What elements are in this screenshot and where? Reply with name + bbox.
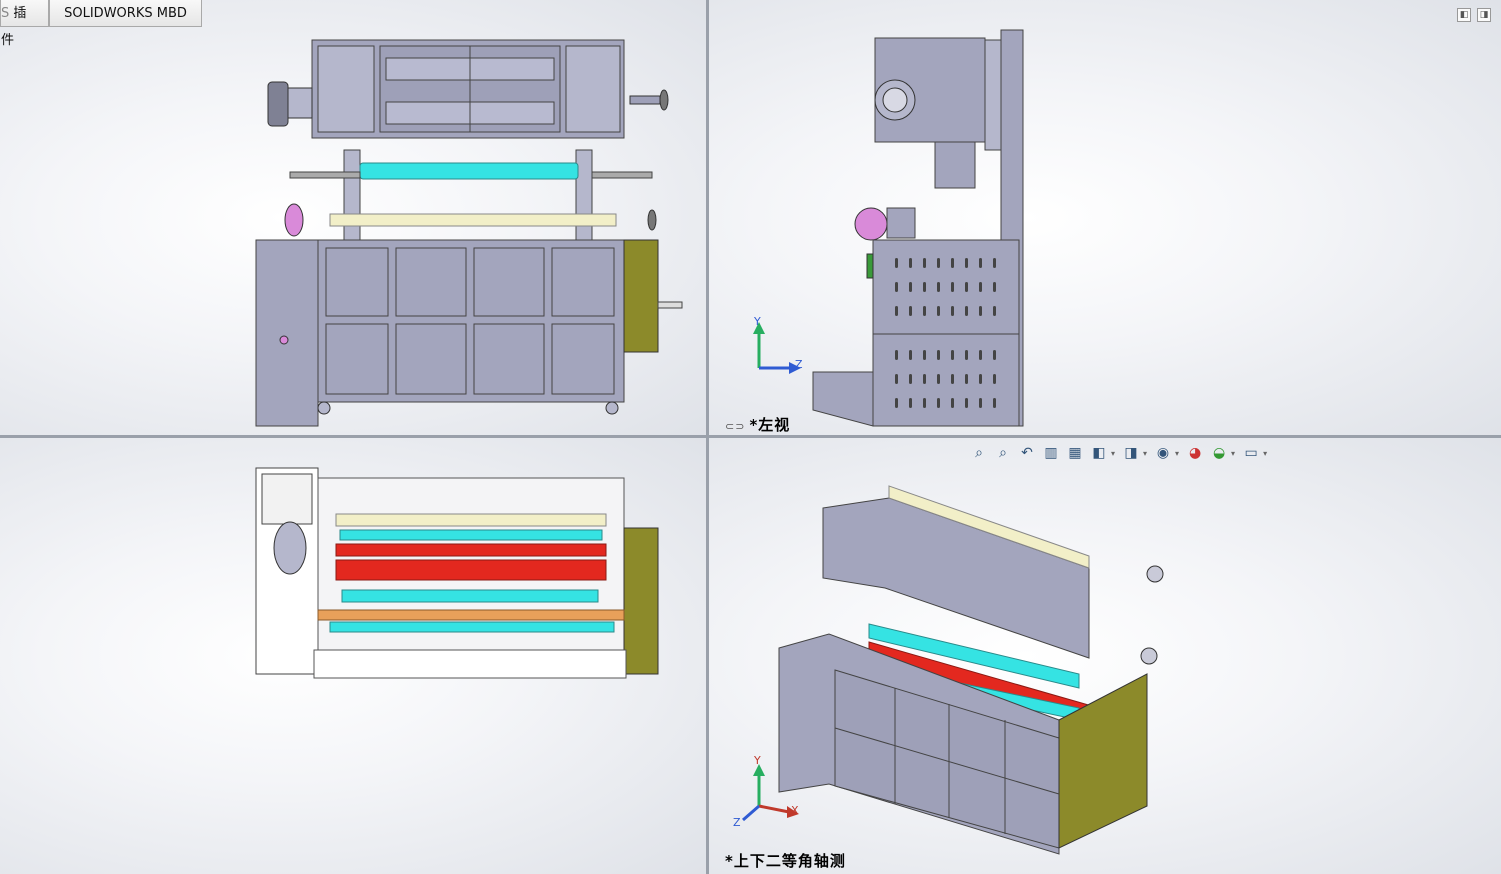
axis-triad-left-view [753,322,801,374]
axis-y-label: Y [754,315,762,328]
viewport-top-view[interactable] [0,438,706,874]
view-name-label: ⊂⊃ *左视 [725,416,791,434]
viewport-left-view[interactable]: ◧ ◨ Y Z ⊂⊃ *左视 [709,0,1501,435]
tab-solidworks-mbd[interactable]: SOLIDWORKS MBD [49,0,202,27]
link-icon: ⊂⊃ [725,420,746,433]
axis-x-label: X [791,804,800,817]
viewport-splitter-vertical[interactable] [706,0,709,874]
top-view-model [255,467,659,679]
tab-plugins[interactable]: S 插件 [0,0,49,48]
viewport-front[interactable] [0,0,706,435]
axis-y-label: Y [754,754,762,767]
axis-z-label: Z [733,816,742,829]
command-manager-tabs: S 插件 SOLIDWORKS MBD [0,0,202,48]
viewport-splitter-horizontal[interactable] [0,435,1501,438]
axis-z-label: Z [795,358,804,371]
axis-triad-isometric [742,764,799,822]
front-view-model [255,39,683,427]
view-name-label: *上下二等角轴测 [725,852,846,870]
viewport-isometric[interactable]: ⌕ ⌕ ↶ ▥ ▦ ◧ ▾ ◨ ▾ ◉ ▾ ◕ ◒ ▾ ▭ ▾ Y X Z *上下二等角轴… [709,438,1501,874]
